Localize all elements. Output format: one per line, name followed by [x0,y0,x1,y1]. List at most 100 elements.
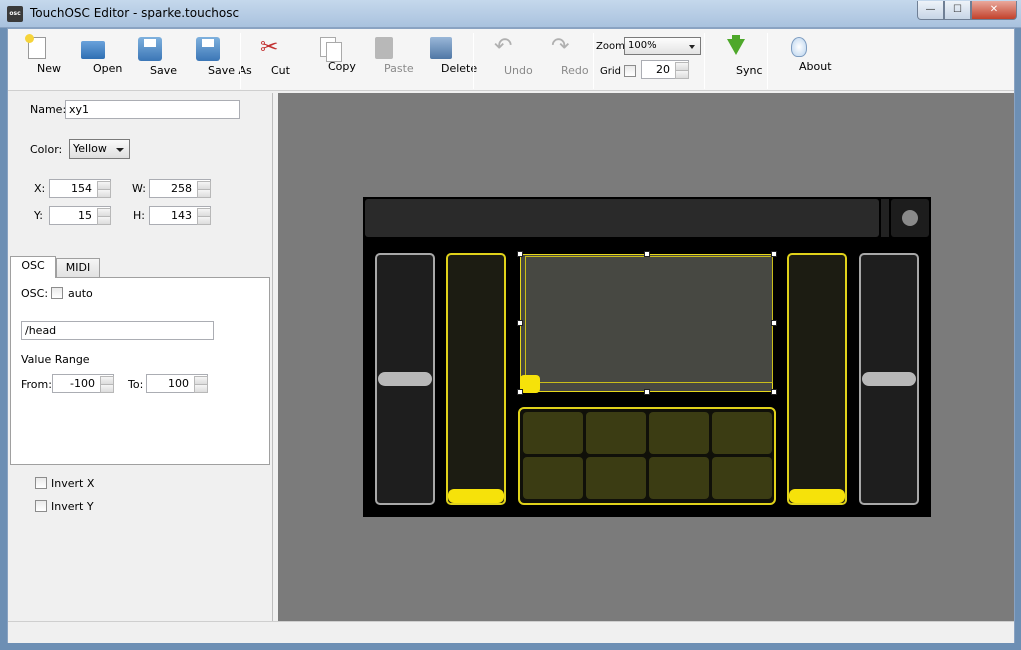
scissors-icon [259,35,283,61]
save-button[interactable]: Save [123,37,177,83]
paste-label: Paste [384,62,414,75]
zoom-label: Zoom [596,41,625,52]
push-cell[interactable] [523,457,583,499]
grid-checkbox[interactable] [624,65,636,77]
left-grey-fader[interactable] [375,253,435,505]
sync-arrow-icon [724,35,748,61]
resize-handle-s[interactable] [644,389,650,395]
push-cell[interactable] [523,412,583,454]
open-button[interactable]: Open [66,37,122,83]
fader-handle[interactable] [862,372,916,386]
fader-fill [789,489,845,503]
chevron-down-icon [116,148,124,152]
new-file-icon [25,34,46,59]
top-led-control[interactable] [891,199,929,237]
xy-pad-selected[interactable] [517,251,777,395]
save-icon [138,37,162,61]
save-as-icon [196,37,220,61]
w-stepper[interactable]: 258 [149,179,211,198]
osc-address-field[interactable]: /head [21,321,214,340]
maximize-button[interactable]: ☐ [944,1,971,20]
spin-arrows-icon[interactable] [97,181,111,198]
new-button[interactable]: New [10,34,64,83]
from-label: From: [21,378,52,391]
chevron-down-icon [689,45,695,49]
invert-y-label: Invert Y [51,500,94,513]
resize-handle-sw[interactable] [517,389,523,395]
led-indicator [902,210,918,226]
x-stepper[interactable]: 154 [49,179,111,198]
color-select[interactable]: Yellow [69,139,130,159]
right-grey-fader[interactable] [859,253,919,505]
resize-handle-e[interactable] [771,320,777,326]
xy-pad-inner [525,256,773,383]
spin-arrows-icon[interactable] [97,208,111,225]
app-icon: osc [7,6,23,22]
copy-button[interactable]: Copy [301,37,356,83]
resize-handle-ne[interactable] [771,251,777,257]
tab-osc[interactable]: OSC [10,256,56,278]
cut-button[interactable]: Cut [244,35,298,83]
resize-handle-se[interactable] [771,389,777,395]
toolbar-separator [593,33,594,89]
x-value: 154 [71,182,92,195]
osc-auto-checkbox[interactable] [51,287,63,299]
properties-panel: Name: xy1 Color: Yellow X: 154 W: 258 Y:… [8,93,273,621]
window-controls: — ☐ ✕ [917,1,1017,20]
paste-button[interactable]: Paste [357,37,414,83]
fader-handle[interactable] [378,372,432,386]
spin-arrows-icon[interactable] [197,181,211,198]
osc-label: OSC: [21,287,49,300]
minimize-button[interactable]: — [917,1,944,20]
window-title: TouchOSC Editor - sparke.touchosc [30,6,240,20]
undo-button[interactable]: Undo [477,34,533,83]
spin-arrows-icon[interactable] [197,208,211,225]
x-label: X: [34,182,46,195]
resize-handle-w[interactable] [517,320,523,326]
about-button[interactable]: About [772,37,832,83]
name-field[interactable]: xy1 [65,100,240,119]
save-as-button[interactable]: Save As [180,37,252,83]
h-stepper[interactable]: 143 [149,206,211,225]
push-cell[interactable] [712,412,772,454]
left-yellow-fader[interactable] [446,253,506,505]
push-cell[interactable] [649,412,709,454]
push-cell[interactable] [649,457,709,499]
toolbar-separator [704,33,705,89]
spin-arrows-icon[interactable] [194,376,208,393]
invert-y-checkbox[interactable] [35,500,47,512]
zoom-select[interactable]: 100% [624,37,701,55]
toolbar-separator [473,33,474,89]
right-yellow-fader[interactable] [787,253,847,505]
invert-x-checkbox[interactable] [35,477,47,489]
sync-button[interactable]: Sync [709,35,763,83]
redo-button[interactable]: Redo [534,34,589,83]
grid-size-stepper[interactable]: 20 [641,60,689,79]
fader-fill [448,489,504,503]
resize-handle-n[interactable] [644,251,650,257]
spin-arrows-icon[interactable] [675,62,689,79]
xy-cursor[interactable] [520,375,540,393]
from-stepper[interactable]: -100 [52,374,114,393]
spin-arrows-icon[interactable] [100,376,114,393]
y-stepper[interactable]: 15 [49,206,111,225]
clipboard-icon [375,37,393,59]
top-label-control[interactable] [365,199,879,237]
multi-push-grid[interactable] [518,407,776,505]
h-value: 143 [171,209,192,222]
to-stepper[interactable]: 100 [146,374,208,393]
delete-icon [430,37,452,59]
delete-button[interactable]: Delete [414,37,477,83]
push-cell[interactable] [586,412,646,454]
save-label: Save [150,64,178,77]
push-cell[interactable] [586,457,646,499]
value-range-label: Value Range [21,353,90,366]
resize-handle-nw[interactable] [517,251,523,257]
w-label: W: [132,182,146,195]
top-separator-control[interactable] [881,199,889,237]
tab-midi[interactable]: MIDI [56,258,100,278]
touchosc-layout[interactable] [363,197,931,517]
push-cell[interactable] [712,457,772,499]
close-button[interactable]: ✕ [971,1,1017,20]
editor-canvas[interactable] [278,93,1014,621]
